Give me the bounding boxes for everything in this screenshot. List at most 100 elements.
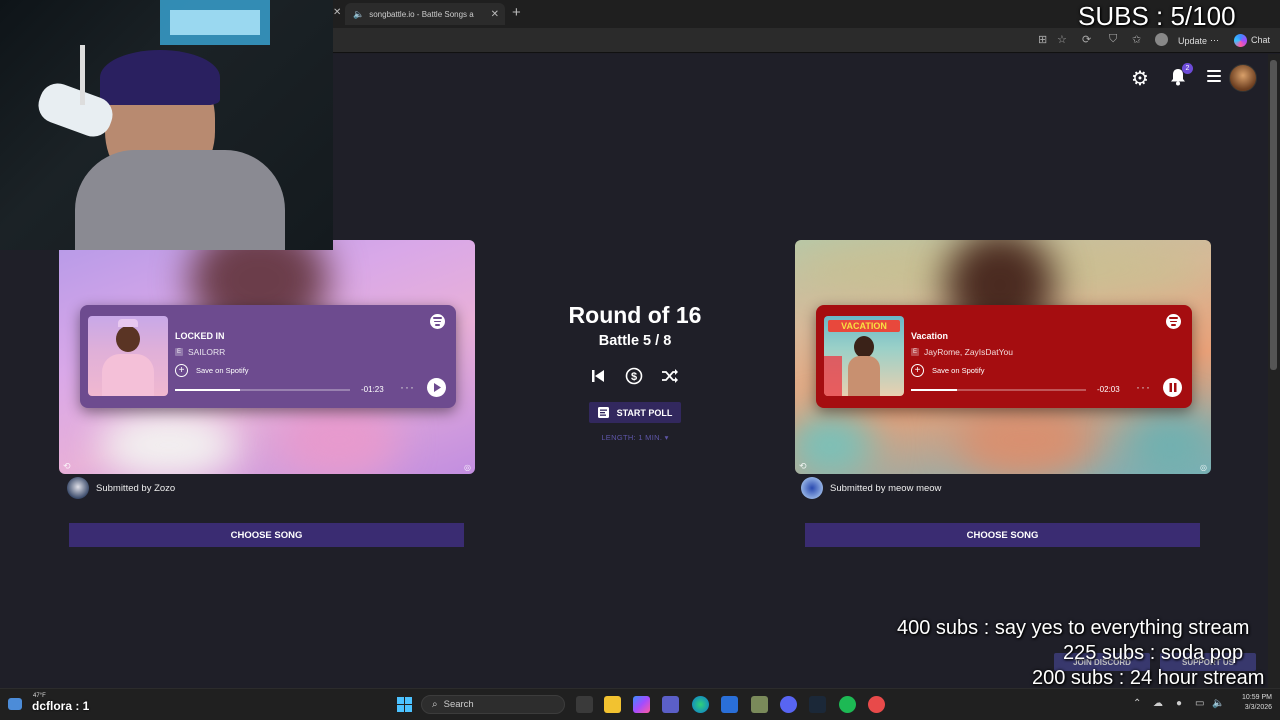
add-icon: + <box>175 364 188 377</box>
submitter-avatar <box>801 477 823 499</box>
mute-icon[interactable]: 🔈 <box>353 9 364 20</box>
tab-title: songbattle.io - Battle Songs a <box>369 9 474 19</box>
favorites-bar-icon[interactable]: ✩ <box>1132 33 1141 46</box>
search-icon: ⌕ <box>432 699 438 710</box>
goal-200-text: 200 subs : 24 hour stream <box>1032 667 1265 689</box>
update-label: Update <box>1178 35 1208 46</box>
artist-name[interactable]: JayRome, ZayIsDatYou <box>924 347 1013 357</box>
notification-count-badge: 2 <box>1182 63 1193 74</box>
extensions-icon[interactable]: ⟳ <box>1082 33 1091 46</box>
hamburger-menu-icon[interactable] <box>1207 70 1221 82</box>
save-label: Save on Spotify <box>196 366 249 375</box>
submitted-by-text: Submitted by Zozo <box>96 482 176 494</box>
right-song-card: VACATION Vacation E JayRome, ZayIsDatYou… <box>816 305 1192 408</box>
previous-battle-icon[interactable] <box>590 368 606 384</box>
update-button[interactable]: Update ⋯ <box>1178 33 1219 48</box>
close-tab-icon[interactable]: ✕ <box>491 9 499 20</box>
shuffle-icon[interactable] <box>661 368 679 384</box>
refresh-icon[interactable]: ⟲ <box>799 461 807 472</box>
time-remaining: -01:23 <box>361 385 384 394</box>
progress-fill <box>175 389 240 391</box>
pause-button[interactable] <box>1163 378 1182 397</box>
song-artist: E JayRome, ZayIsDatYou <box>911 347 1013 357</box>
task-view-icon[interactable] <box>576 696 593 713</box>
store-icon[interactable] <box>721 696 738 713</box>
browser-tab[interactable]: 🔈 songbattle.io - Battle Songs a ✕ <box>345 3 505 25</box>
recording-app-icon[interactable] <box>868 696 885 713</box>
tray-overflow-icon[interactable]: ⌃ <box>1133 698 1141 709</box>
chat-label: Chat <box>1251 35 1271 45</box>
edge-browser-icon[interactable] <box>692 696 709 713</box>
clock-time: 10:59 PM <box>1242 694 1272 701</box>
teams-icon[interactable] <box>662 696 679 713</box>
search-label: Search <box>443 699 474 710</box>
split-screen-icon[interactable]: ⊞ <box>1038 33 1047 46</box>
network-icon[interactable]: ▭ <box>1195 698 1204 709</box>
microphone-icon[interactable]: ● <box>1176 698 1182 709</box>
playback-progress-bar[interactable] <box>911 389 1086 391</box>
play-button[interactable] <box>427 378 446 397</box>
progress-fill <box>911 389 957 391</box>
spotify-logo-icon[interactable] <box>430 314 445 329</box>
settings-gear-icon[interactable]: ⚙ <box>1131 66 1149 91</box>
hide-icon[interactable]: ◎ <box>1200 463 1207 472</box>
choose-left-song-button[interactable]: CHOOSE SONG <box>69 523 464 547</box>
submitted-by-left: Submitted by Zozo <box>67 477 175 499</box>
more-options-icon[interactable]: ··· <box>1136 380 1151 394</box>
spotify-app-icon[interactable] <box>839 696 856 713</box>
windows-start-icon[interactable] <box>397 697 412 712</box>
artist-name[interactable]: SAILORR <box>188 347 225 357</box>
submitter-avatar <box>67 477 89 499</box>
left-song-card: LOCKED IN E SAILORR + Save on Spotify -0… <box>80 305 456 408</box>
copilot-icon <box>1234 33 1247 47</box>
clock-date: 3/3/2026 <box>1244 704 1272 711</box>
time-remaining: -02:03 <box>1097 385 1120 394</box>
copilot-app-icon[interactable] <box>633 696 650 713</box>
spotify-logo-icon[interactable] <box>1166 314 1181 329</box>
copilot-chat-button[interactable]: Chat <box>1234 32 1270 48</box>
album-art: VACATION <box>824 316 904 396</box>
taskbar-clock[interactable]: 10:59 PM 3/3/2026 <box>1230 693 1272 713</box>
chat-counter-overlay: dcflora : 1 <box>32 699 90 713</box>
shield-icon[interactable]: ⛉ <box>1109 33 1117 46</box>
album-art <box>88 316 168 396</box>
more-icon[interactable]: ⋯ <box>1210 35 1219 46</box>
svg-text:$: $ <box>631 371 637 383</box>
hide-icon[interactable]: ◎ <box>464 463 471 472</box>
save-label: Save on Spotify <box>932 366 985 375</box>
pause-icon <box>1169 383 1176 392</box>
refresh-icon[interactable]: ⟲ <box>63 461 71 472</box>
right-song-panel: VACATION Vacation E JayRome, ZayIsDatYou… <box>795 240 1211 474</box>
save-on-spotify-button[interactable]: + Save on Spotify <box>911 364 985 377</box>
submitted-by-right: Submitted by meow meow <box>801 477 941 499</box>
explicit-badge: E <box>911 348 919 356</box>
file-explorer-icon[interactable] <box>604 696 621 713</box>
song-title: Vacation <box>911 331 949 341</box>
widgets-icon[interactable] <box>8 698 22 710</box>
song-title: LOCKED IN <box>175 331 225 341</box>
favorite-icon[interactable]: ☆ <box>1057 33 1067 46</box>
discord-icon[interactable] <box>780 696 797 713</box>
steam-icon[interactable] <box>809 696 826 713</box>
taskbar-search[interactable]: ⌕ Search <box>421 695 565 714</box>
user-avatar[interactable] <box>1229 64 1257 92</box>
poll-length-dropdown[interactable]: LENGTH: 1 MIN. ▾ <box>585 433 685 442</box>
profile-icon[interactable] <box>1155 33 1168 46</box>
explicit-badge: E <box>175 348 183 356</box>
onedrive-icon[interactable]: ☁ <box>1153 698 1163 709</box>
start-poll-label: START POLL <box>616 407 673 418</box>
start-poll-button[interactable]: START POLL <box>589 402 681 423</box>
choose-right-song-button[interactable]: CHOOSE SONG <box>805 523 1200 547</box>
game-app-icon[interactable] <box>751 696 768 713</box>
save-on-spotify-button[interactable]: + Save on Spotify <box>175 364 249 377</box>
webcam-overlay <box>0 0 333 250</box>
playback-progress-bar[interactable] <box>175 389 350 391</box>
new-tab-icon[interactable]: + <box>512 4 521 21</box>
scrollbar-thumb[interactable] <box>1270 60 1277 370</box>
more-options-icon[interactable]: ··· <box>400 380 415 394</box>
money-icon[interactable]: $ <box>625 367 643 385</box>
play-icon <box>433 383 441 392</box>
close-tab-icon[interactable]: ✕ <box>333 7 341 18</box>
volume-icon[interactable]: 🔈 <box>1212 698 1224 709</box>
poll-icon <box>597 407 609 418</box>
